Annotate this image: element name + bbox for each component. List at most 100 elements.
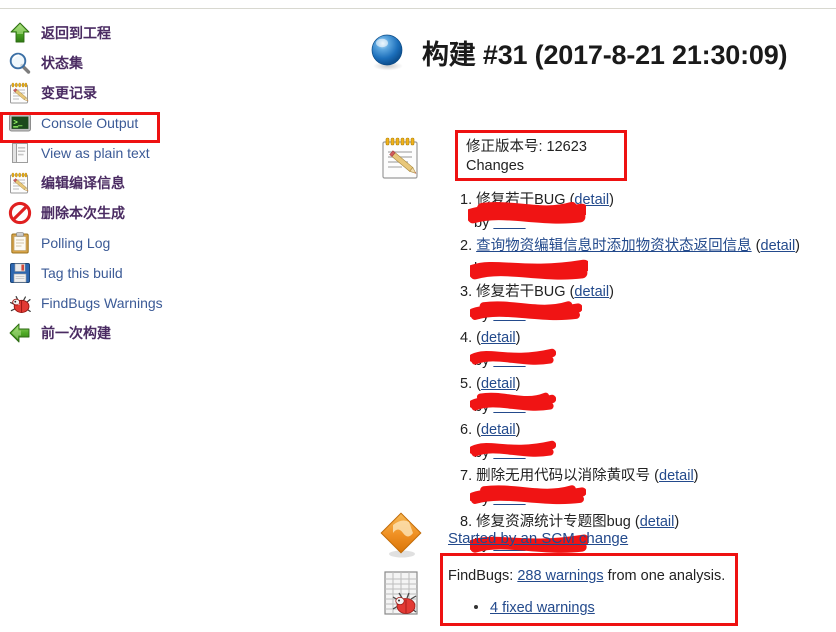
by-prefix: by [474,307,490,323]
blue-ball-icon [368,32,408,72]
sidebar-item-label[interactable]: View as plain text [41,145,150,161]
change-entry: 1. 修复若干BUG (detail) by [460,188,836,234]
changes-label: Changes [466,158,525,174]
notepad-pencil-icon [378,134,424,182]
change-number: 8. [460,514,473,530]
sidebar-item-6[interactable]: 编辑编译信息 [0,168,300,198]
detail-link[interactable]: detail [574,192,609,208]
scm-change-link[interactable]: Started by an SCM change [448,530,628,547]
changes-list: 1. 修复若干BUG (detail) by 2. 查询物资编辑信息时添加物资状态… [460,188,836,556]
no-entry-icon [8,201,32,225]
change-author-link[interactable] [493,491,525,507]
change-author-line: by [460,485,836,510]
up-arrow-green-icon [8,21,32,45]
findbugs-prefix: FindBugs: [448,568,514,584]
findbugs-fixed-item: 4 fixed warnings [474,600,595,616]
detail-link[interactable]: detail [761,238,796,254]
build-header: 构建 #31 (2017-8-21 21:30:09) [368,32,788,72]
change-entry: 2. 查询物资编辑信息时添加物资状态返回信息 (detail) by [460,234,836,280]
by-prefix: by [474,399,490,415]
sidebar-item-3[interactable]: 变更记录 [0,78,300,108]
findbugs-warnings-link[interactable]: 288 warnings [517,568,603,584]
change-author-line: by [460,348,836,372]
detail-link[interactable]: detail [574,284,609,300]
sidebar-item-label[interactable]: 变更记录 [41,85,97,101]
sidebar-item-label[interactable]: Console Output [41,115,138,131]
page-title: 构建 #31 (2017-8-21 21:30:09) [422,39,788,70]
change-line: 2. 查询物资编辑信息时添加物资状态返回信息 (detail) [460,238,801,254]
sidebar-item-11[interactable]: 前一次构建 [0,318,300,348]
change-entry: 7. 删除无用代码以消除黄叹号 (detail) by [460,464,836,510]
change-number: 4. [460,330,473,346]
change-author-link[interactable] [493,215,525,231]
fixed-warnings-link[interactable]: 4 fixed warnings [490,600,595,616]
detail-link[interactable]: detail [481,422,516,438]
by-prefix: by [474,491,490,507]
change-entry: 5. (detail) by [460,372,836,418]
svg-text:>_: >_ [13,118,23,127]
sidebar-item-9[interactable]: Tag this build [0,258,300,288]
change-line: 4. (detail) [460,330,521,346]
detail-link[interactable]: detail [481,330,516,346]
by-prefix: by [474,261,490,277]
findbugs-grid-bug-icon [382,568,424,620]
detail-link[interactable]: detail [640,514,675,530]
change-number: 5. [460,376,473,392]
change-author-link[interactable] [493,399,525,415]
change-entry: 3. 修复若干BUG (detail) by [460,280,836,326]
change-message: 修复若干BUG [476,284,566,300]
notepad-pencil-icon [8,81,32,105]
change-author-line: by [460,440,836,464]
sidebar-item-label[interactable]: 编辑编译信息 [41,175,125,191]
findbugs-summary: FindBugs: 288 warnings from one analysis… [448,568,725,584]
detail-link[interactable]: detail [481,376,516,392]
sidebar-item-label[interactable]: 状态集 [41,55,83,71]
clipboard-icon [8,231,32,255]
sidebar-item-8[interactable]: Polling Log [0,228,300,258]
change-number: 7. [460,468,473,484]
change-number: 2. [460,238,473,254]
sidebar-item-7[interactable]: 删除本次生成 [0,198,300,228]
magnifier-icon [8,51,32,75]
change-entry: 4. (detail) by [460,326,836,372]
sidebar-item-2[interactable]: 状态集 [0,48,300,78]
plain-document-icon [8,141,32,165]
change-author-link[interactable] [493,445,525,461]
change-line: 6. (detail) [460,422,521,438]
findbugs-suffix: from one analysis. [607,568,726,584]
sidebar-item-4[interactable]: >_ Console Output [0,108,300,138]
sidebar-item-label[interactable]: Tag this build [41,265,123,281]
sidebar-task-list: 返回到工程 状态集 变更记录 >_ Console Output View as… [0,18,300,348]
change-author-line: by [460,301,836,326]
detail-link[interactable]: detail [659,468,694,484]
change-line: 7. 删除无用代码以消除黄叹号 (detail) [460,468,699,484]
change-author-link[interactable] [493,261,525,277]
red-bug-icon [8,291,32,315]
revision-label: 修正版本号: 12623 [466,139,587,155]
change-message: 修复资源统计专题图bug [476,514,631,530]
sidebar-item-label[interactable]: FindBugs Warnings [41,295,163,311]
floppy-disk-icon [8,261,32,285]
sidebar-item-5[interactable]: View as plain text [0,138,300,168]
change-author-link[interactable] [493,353,525,369]
change-author-line: by [460,258,836,280]
change-message: 删除无用代码以消除黄叹号 [476,468,651,484]
sidebar-item-label[interactable]: Polling Log [41,235,110,251]
sidebar-item-10[interactable]: FindBugs Warnings [0,288,300,318]
sidebar-item-label[interactable]: 前一次构建 [41,325,111,341]
orange-diamond-icon [380,512,424,560]
change-number: 3. [460,284,473,300]
change-message: 修复若干BUG [476,192,566,208]
change-line: 3. 修复若干BUG (detail) [460,284,614,300]
change-line: 1. 修复若干BUG (detail) [460,192,614,208]
sidebar-item-1[interactable]: 返回到工程 [0,18,300,48]
change-message[interactable]: 查询物资编辑信息时添加物资状态返回信息 [476,238,752,254]
left-arrow-green-icon [8,321,32,345]
change-author-line: by [460,201,836,234]
by-prefix: by [474,215,490,231]
by-prefix: by [474,353,490,369]
change-number: 1. [460,192,473,208]
sidebar-item-label[interactable]: 返回到工程 [41,25,111,41]
sidebar-item-label[interactable]: 删除本次生成 [41,205,125,221]
change-author-link[interactable] [493,307,525,323]
